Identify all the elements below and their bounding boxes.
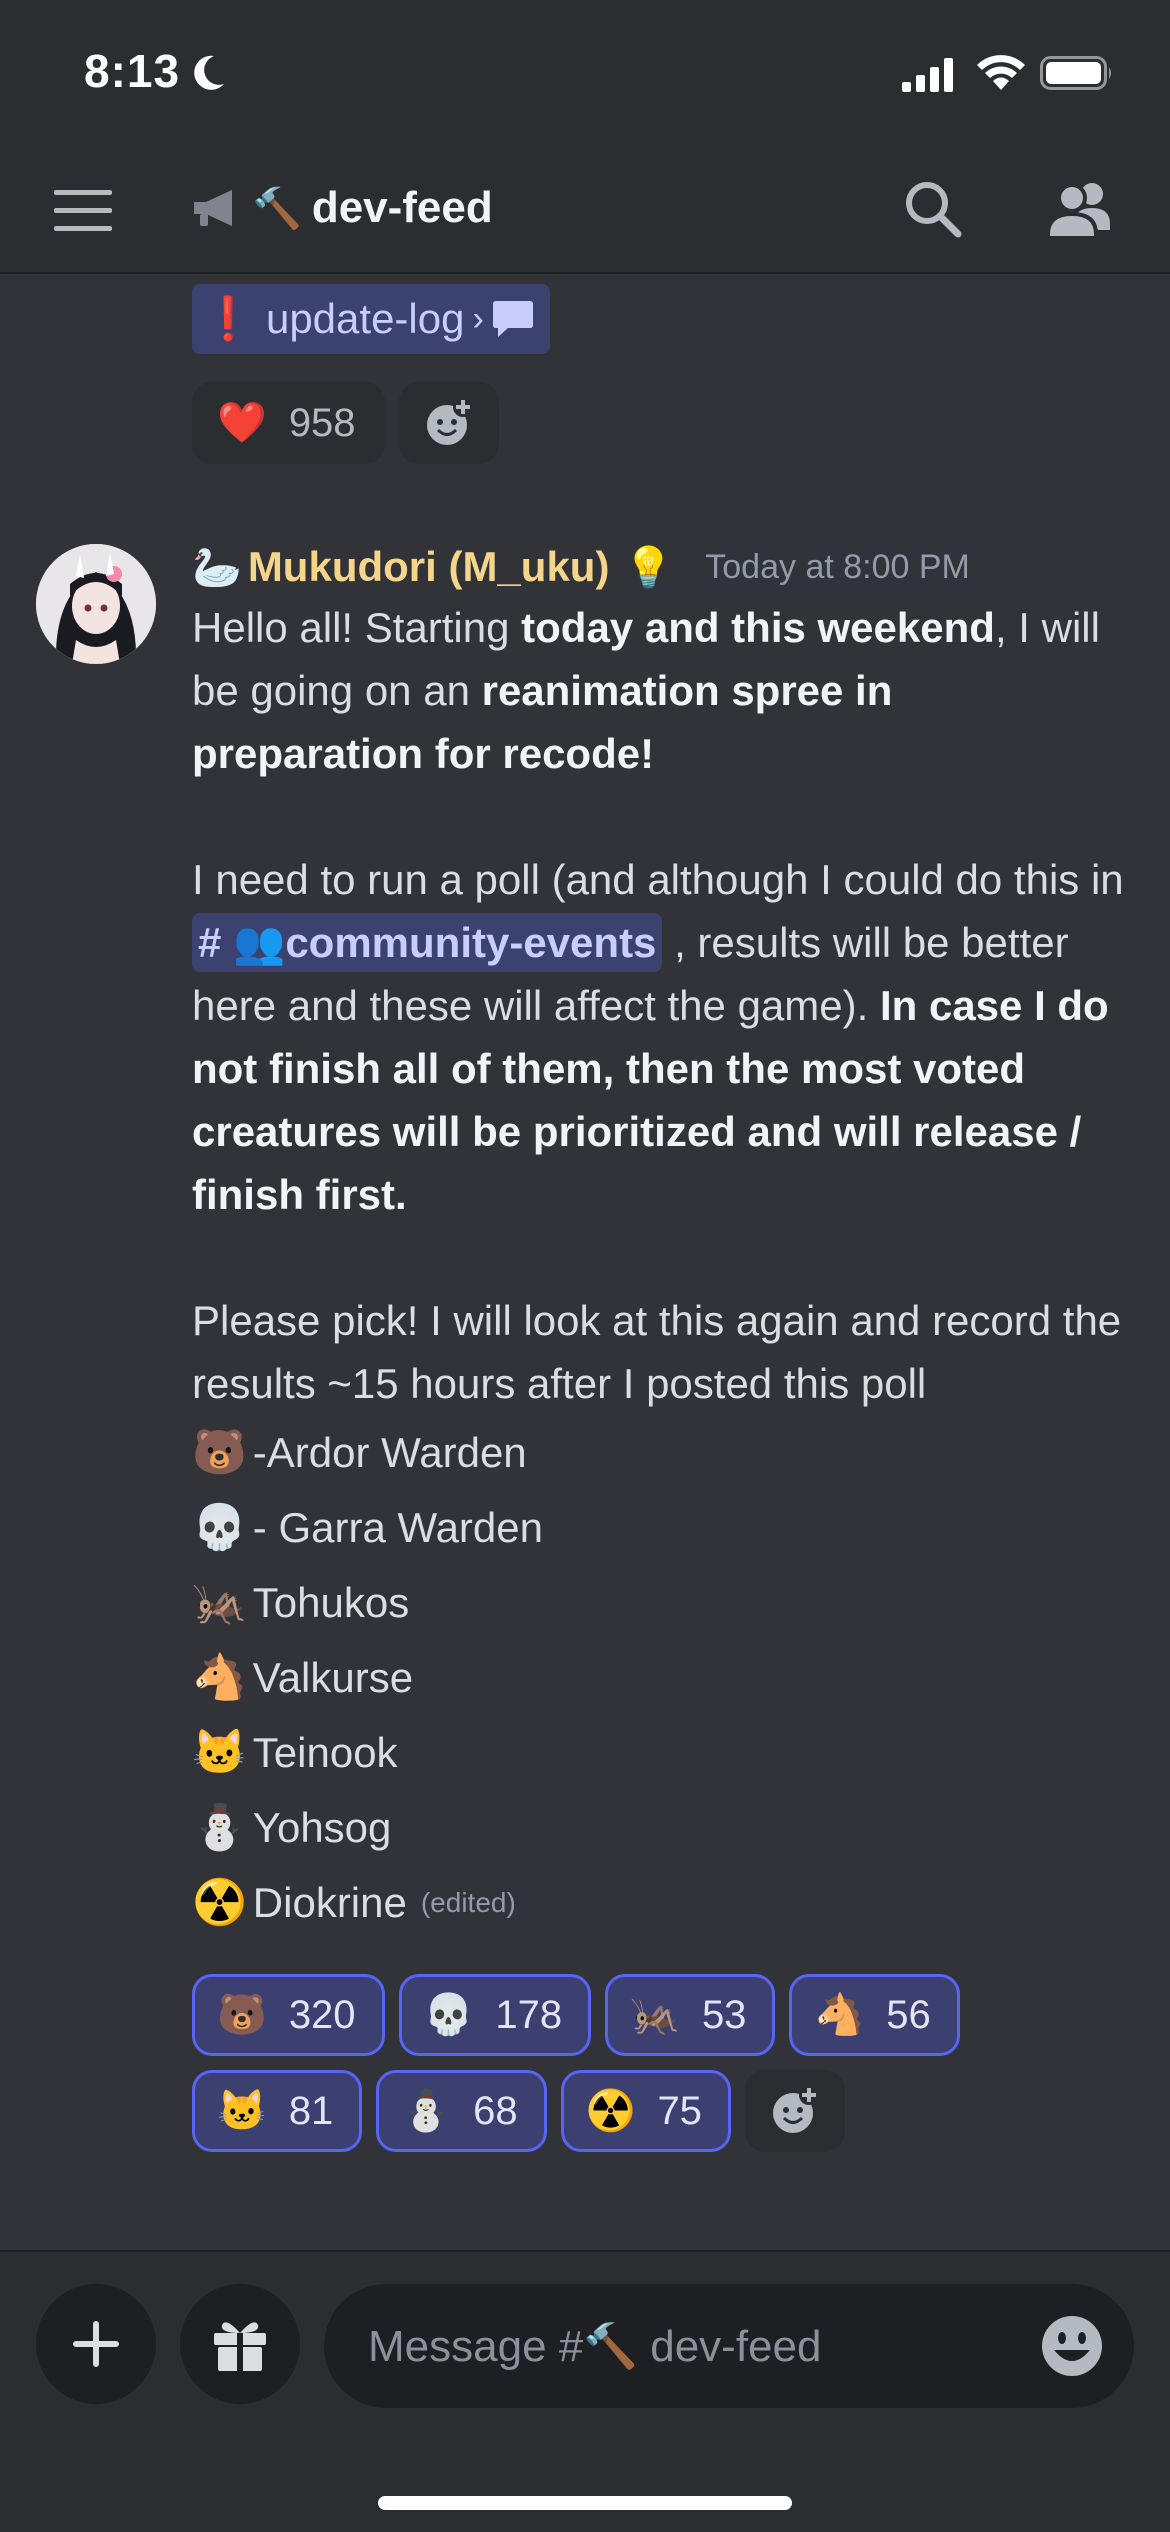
add-reaction-icon: [772, 2085, 819, 2133]
poll-option: 🐱 Teinook: [192, 1715, 1132, 1790]
edited-label: (edited): [420, 1887, 516, 1918]
plus-icon: [73, 2321, 119, 2367]
reaction-count: 81: [288, 2088, 334, 2133]
message-header: 🦢 Mukudori (M_uku) 💡 Today at 8:00 PM: [192, 532, 970, 602]
reaction-count: 68: [473, 2088, 518, 2133]
add-reaction-button[interactable]: [744, 2070, 845, 2152]
poll-option: ☢️ Diokrine (edited): [192, 1865, 1132, 1940]
channel-header: 🔨 dev-feed: [0, 148, 1170, 274]
reaction-emoji: 🐻: [217, 1993, 267, 2037]
channel-mention[interactable]: # 👥community-events: [192, 913, 663, 972]
reaction-skull[interactable]: 💀 178: [398, 1974, 592, 2056]
message-paragraph-2: I need to run a poll (and although I cou…: [192, 848, 1132, 1226]
cat-emoji: 🐱: [192, 1728, 247, 1777]
reaction-emoji: ⛄: [401, 2089, 452, 2133]
reaction-emoji: 💀: [423, 1993, 474, 2037]
bold-span: today and this weekend: [521, 604, 995, 651]
reaction-emoji: 🐱: [217, 2089, 267, 2133]
channel-title[interactable]: 🔨 dev-feed: [192, 178, 493, 238]
message-input-placeholder: Message #🔨 dev-feed: [368, 2322, 822, 2371]
thread-link[interactable]: ❗ update-log ›: [192, 284, 550, 354]
reaction-count: 75: [657, 2088, 702, 2133]
poll-option: 🐻 -Ardor Warden: [192, 1415, 1132, 1490]
status-time: 8:13: [84, 45, 181, 97]
channel-name: dev-feed: [311, 183, 493, 232]
gift-button[interactable]: [180, 2284, 300, 2404]
emoji-icon[interactable]: [1040, 2314, 1104, 2378]
poll-option: 🦗 Tohukos: [192, 1565, 1132, 1640]
text-span: Hello all! Starting: [192, 604, 522, 651]
option-label: Yohsog: [252, 1804, 392, 1851]
message-composer: Message #🔨 dev-feed: [0, 2250, 1170, 2532]
reaction-count: 178: [495, 1992, 563, 2037]
attach-button[interactable]: [36, 2284, 156, 2404]
option-label: - Garra Warden: [252, 1504, 543, 1551]
announcement-icon: [194, 190, 232, 226]
search-icon[interactable]: [902, 178, 964, 240]
battery-icon: [1040, 56, 1111, 90]
cellular-signal-icon: [902, 58, 953, 92]
moon-icon: [194, 55, 224, 90]
poll-option: 💀 - Garra Warden: [192, 1490, 1132, 1565]
thread-arrow: ›: [472, 299, 484, 338]
previous-reactions: ❤️ 958: [192, 382, 1092, 464]
home-indicator: [378, 2496, 792, 2510]
reaction-emoji: 🐴: [814, 1993, 865, 2037]
menu-icon[interactable]: [54, 190, 112, 232]
message-body: Hello all! Starting today and this weeke…: [192, 596, 1132, 1940]
author-prefix-emoji: 🦢: [192, 544, 242, 591]
cricket-emoji: 🦗: [192, 1578, 247, 1627]
message-paragraph-1: Hello all! Starting today and this weeke…: [192, 596, 1132, 785]
poll-option: ⛄ Yohsog: [192, 1790, 1132, 1865]
message-reactions: 🐻 320 💀 178 🦗 53 🐴 56 🐱 81 ⛄ 68 ☢️ 75: [192, 1974, 1092, 2152]
message-input[interactable]: Message #🔨 dev-feed: [324, 2284, 1134, 2408]
reaction-bear[interactable]: 🐻 320: [192, 1974, 385, 2056]
radioactive-emoji: ☢️: [192, 1878, 247, 1927]
author-badge: 💡: [623, 544, 674, 591]
snowman-emoji: ⛄: [192, 1803, 247, 1852]
avatar-image: [36, 544, 156, 664]
reaction-horse[interactable]: 🐴 56: [789, 1974, 960, 2056]
option-label: Valkurse: [252, 1654, 414, 1701]
reaction-emoji: ☢️: [585, 2089, 636, 2133]
reaction-snowman[interactable]: ⛄ 68: [376, 2070, 547, 2152]
reaction-emoji: 🦗: [630, 1993, 680, 2037]
bear-emoji: 🐻: [192, 1428, 247, 1477]
reaction-cricket[interactable]: 🦗 53: [605, 1974, 776, 2056]
reaction-count: 320: [288, 1992, 356, 2037]
wifi-icon: [977, 55, 1025, 90]
option-label: -Ardor Warden: [252, 1429, 527, 1476]
reaction-emoji: ❤️: [217, 401, 267, 445]
hammer-emoji: 🔨: [252, 185, 302, 232]
chat-bubble-icon: [492, 301, 533, 337]
option-label: Teinook: [252, 1729, 398, 1776]
members-icon[interactable]: [1046, 178, 1116, 240]
horse-emoji: 🐴: [192, 1653, 247, 1702]
text-span: I need to run a poll (and although I cou…: [192, 856, 1124, 903]
reaction-radioactive[interactable]: ☢️ 75: [560, 2070, 731, 2152]
reaction-count: 56: [886, 1992, 931, 2037]
status-bar: 8:13: [0, 0, 1170, 148]
poll-option: 🐴 Valkurse: [192, 1640, 1132, 1715]
message-paragraph-3: Please pick! I will look at this again a…: [192, 1297, 1122, 1407]
skull-emoji: 💀: [192, 1503, 247, 1552]
gift-icon: [214, 2322, 266, 2371]
message-timestamp: Today at 8:00 PM: [705, 547, 970, 586]
option-label: Tohukos: [252, 1579, 410, 1626]
option-label: Diokrine: [252, 1879, 407, 1926]
avatar[interactable]: [36, 544, 156, 664]
reaction-count: 958: [288, 400, 356, 445]
author-name[interactable]: Mukudori (M_uku): [248, 543, 610, 591]
reaction-cat[interactable]: 🐱 81: [192, 2070, 363, 2152]
reaction-count: 53: [701, 1992, 747, 2037]
add-reaction-icon: [426, 397, 473, 445]
message-list[interactable]: ❗ update-log › ❤️ 958 🦢 Mukudori (M_uku)…: [0, 274, 1170, 2250]
reaction-heart[interactable]: ❤️ 958: [192, 382, 385, 464]
thread-label: ❗ update-log: [202, 294, 465, 342]
add-reaction-button[interactable]: [398, 382, 499, 464]
